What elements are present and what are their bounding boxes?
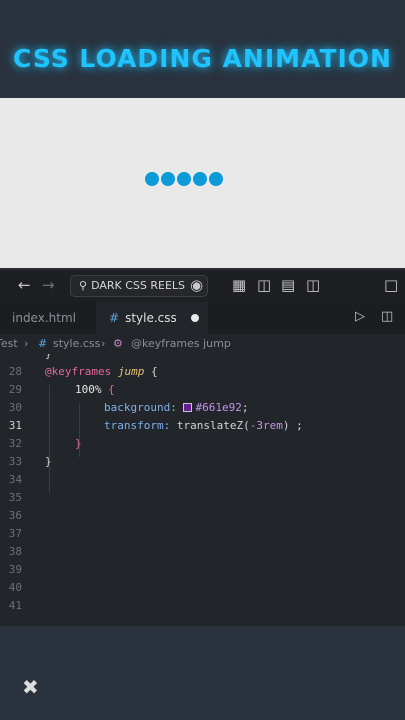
arrow-right-icon[interactable]: →: [42, 276, 55, 294]
line-number: 33: [8, 455, 22, 468]
line-number: 30: [8, 401, 22, 414]
tab-label: style.css: [125, 311, 177, 325]
symbol-icon: ⚙: [113, 337, 123, 350]
line-number: 40: [8, 581, 22, 594]
loader-dot: [193, 172, 207, 186]
css-file-icon: #: [109, 311, 120, 325]
code-line: }: [0, 354, 405, 363]
line-code: transform: translateZ(-3rem) ;: [104, 419, 303, 432]
sidebar-left-icon[interactable]: ◫: [257, 276, 271, 294]
loader-dot: [209, 172, 223, 186]
line-number: 36: [8, 509, 22, 522]
animation-preview: [0, 98, 405, 268]
loader-dot: [161, 172, 175, 186]
layout-icon[interactable]: ▦: [232, 276, 246, 294]
code-line: 41: [0, 597, 405, 615]
video-footer: ✖: [0, 626, 405, 720]
code-line: 29 100% {: [0, 381, 405, 399]
editor-titlebar: ← → ⚲ DARK CSS REELS ◉ ▦ ◫ ▤ ◫ □: [0, 268, 405, 302]
video-banner: CSS LOADING ANIMATION: [0, 0, 405, 98]
line-code: 100% {: [75, 383, 115, 396]
code-line: 36: [0, 507, 405, 525]
line-number: 41: [8, 599, 22, 612]
copilot-icon[interactable]: ◉: [190, 276, 203, 294]
css-file-icon: #: [38, 337, 48, 350]
color-swatch[interactable]: [183, 403, 193, 412]
run-icon[interactable]: ▷: [355, 309, 365, 324]
line-number: 34: [8, 473, 22, 486]
breadcrumb: Test › # style.css › ⚙ @keyframes jump: [0, 334, 405, 354]
code-line: 33 }: [0, 453, 405, 471]
code-line: 37: [0, 525, 405, 543]
line-code: }: [75, 437, 82, 450]
line-code: @keyframes jump {: [45, 365, 158, 378]
breadcrumb-symbol[interactable]: @keyframes jump: [131, 334, 231, 354]
line-number: 37: [8, 527, 22, 540]
code-line-active: 31 transform: translateZ(-3rem) ;: [0, 417, 405, 435]
code-editor[interactable]: } 28 @keyframes jump { 29 100% { 30 back…: [0, 354, 405, 626]
line-number: 39: [8, 563, 22, 576]
command-center-search[interactable]: ⚲ DARK CSS REELS: [70, 275, 208, 297]
loader-dot: [177, 172, 191, 186]
code-line: 32 }: [0, 435, 405, 453]
code-line: 38: [0, 543, 405, 561]
breadcrumb-file[interactable]: style.css: [53, 334, 100, 354]
tab-style-css[interactable]: # style.css: [96, 302, 208, 334]
code-line: 30 background: #661e92;: [0, 399, 405, 417]
code-line: 40: [0, 579, 405, 597]
line-code: }: [45, 354, 52, 363]
code-line: 28 @keyframes jump {: [0, 363, 405, 381]
sidebar-right-icon[interactable]: ◫: [306, 276, 320, 294]
search-icon: ⚲: [79, 279, 88, 292]
line-number: 38: [8, 545, 22, 558]
unsaved-dot-icon[interactable]: [191, 314, 199, 322]
window-square-icon[interactable]: □: [384, 276, 398, 294]
line-number: 31: [8, 419, 22, 432]
chevron-right-icon: ›: [24, 337, 29, 350]
loader-dot: [145, 172, 159, 186]
capcut-icon: ✖: [22, 675, 39, 699]
line-code: background: #661e92;: [104, 401, 249, 414]
search-label: DARK CSS REELS: [91, 279, 186, 292]
line-number: 29: [8, 383, 22, 396]
line-number: 32: [8, 437, 22, 450]
chevron-right-icon: ›: [101, 337, 106, 350]
line-number: 35: [8, 491, 22, 504]
editor-tabs: index.html # style.css ▷ ◫: [0, 302, 405, 334]
tab-label: index.html: [12, 311, 76, 325]
split-editor-icon[interactable]: ◫: [381, 309, 393, 324]
panel-bottom-icon[interactable]: ▤: [281, 276, 295, 294]
loading-dots: [145, 172, 223, 186]
line-code: }: [45, 455, 52, 468]
breadcrumb-folder[interactable]: Test: [0, 334, 18, 354]
line-number: 28: [8, 365, 22, 378]
tab-index-html[interactable]: index.html: [0, 302, 96, 334]
code-line: 34: [0, 471, 405, 489]
arrow-left-icon[interactable]: ←: [18, 276, 31, 294]
banner-title: CSS LOADING ANIMATION: [13, 44, 392, 73]
code-line: 39: [0, 561, 405, 579]
code-line: 35: [0, 489, 405, 507]
